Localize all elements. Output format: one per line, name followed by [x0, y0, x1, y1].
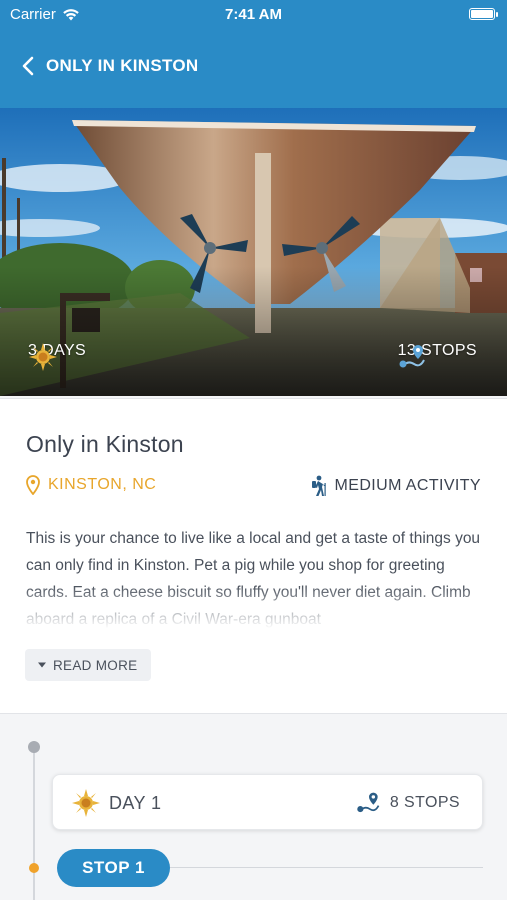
nav-bar: ONLY IN KINSTON [0, 48, 507, 84]
timeline-start-dot [28, 741, 40, 753]
timeline-line [33, 746, 35, 900]
activity-label: MEDIUM ACTIVITY [334, 477, 481, 494]
tour-location[interactable]: KINSTON, NC [26, 475, 156, 495]
status-bar: Carrier 7:41 AM [0, 0, 507, 30]
itinerary-timeline: DAY 1 8 STOPS STOP 1 [0, 716, 507, 900]
hero-photo: 3 DAYS 13 STOPS [0, 108, 507, 396]
map-pin-icon [26, 475, 40, 495]
description-fade [26, 585, 486, 629]
status-time: 7:41 AM [225, 6, 282, 23]
back-button[interactable] [8, 48, 48, 84]
stops-info: 13 STOPS [398, 342, 477, 368]
tour-title: Only in Kinston [26, 431, 184, 457]
duration-info: 3 DAYS [28, 342, 86, 371]
day-label: DAY 1 [109, 792, 162, 813]
route-icon [357, 792, 380, 813]
day-stops-label: 8 STOPS [389, 794, 460, 811]
day-header: DAY 1 [71, 788, 161, 818]
tour-info-card: Only in Kinston KINSTON, NC MEDIUM ACTIV… [0, 398, 507, 714]
stop-label: STOP 1 [82, 858, 145, 877]
tour-description: This is your chance to live like a local… [26, 525, 486, 629]
stop-divider [170, 867, 483, 868]
page-title: ONLY IN KINSTON [46, 56, 199, 75]
stop-1-button[interactable]: STOP 1 [57, 849, 170, 887]
read-more-button[interactable]: READ MORE [25, 649, 152, 681]
app-header: Carrier 7:41 AM ONLY IN KINSTON [0, 0, 507, 108]
caret-down-icon [38, 662, 46, 668]
read-more-label: READ MORE [53, 657, 138, 673]
sun-icon [72, 789, 100, 817]
day-card[interactable]: DAY 1 8 STOPS [52, 774, 483, 830]
day-stops: 8 STOPS [356, 790, 460, 816]
chevron-left-icon [22, 56, 34, 76]
stop-marker-dot [29, 863, 39, 873]
sun-icon [29, 343, 57, 371]
battery-icon [469, 8, 498, 20]
route-icon [399, 345, 425, 368]
activity-level: MEDIUM ACTIVITY [309, 475, 481, 497]
location-label: KINSTON, NC [48, 476, 157, 493]
hiker-icon [311, 475, 326, 496]
